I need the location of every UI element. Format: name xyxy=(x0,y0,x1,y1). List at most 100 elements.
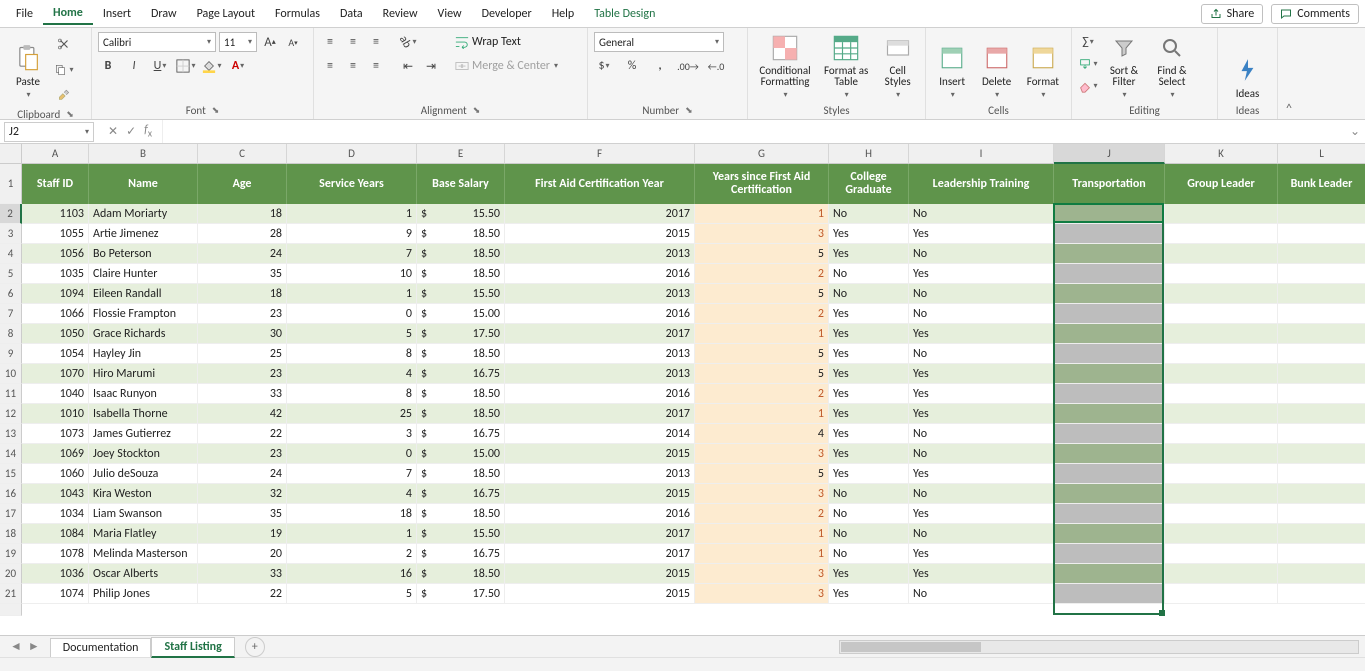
cell[interactable]: $17.50 xyxy=(417,584,505,604)
cell[interactable]: Claire Hunter xyxy=(89,264,198,284)
cell[interactable]: No xyxy=(829,524,909,544)
cell[interactable]: 28 xyxy=(198,224,287,244)
cell[interactable]: 2015 xyxy=(505,484,695,504)
cell[interactable]: 2015 xyxy=(505,444,695,464)
cell[interactable] xyxy=(1054,364,1165,384)
cell[interactable]: 1054 xyxy=(22,344,89,364)
cell[interactable]: 23 xyxy=(198,364,287,384)
cell[interactable] xyxy=(1054,444,1165,464)
cell[interactable]: 35 xyxy=(198,264,287,284)
cell[interactable] xyxy=(1054,544,1165,564)
tab-help[interactable]: Help xyxy=(542,4,585,24)
cell[interactable]: No xyxy=(909,484,1054,504)
cell[interactable]: $15.00 xyxy=(417,304,505,324)
merge-center-button[interactable]: Merge & Center▾ xyxy=(451,56,562,76)
fill-color-button[interactable]: ▾ xyxy=(202,56,222,76)
cell[interactable]: Grace Richards xyxy=(89,324,198,344)
cell[interactable]: 5 xyxy=(287,324,417,344)
cell[interactable]: Hayley Jin xyxy=(89,344,198,364)
cell[interactable]: Yes xyxy=(909,404,1054,424)
cell[interactable] xyxy=(1278,464,1365,484)
cell[interactable] xyxy=(1165,324,1278,344)
cell[interactable] xyxy=(1054,304,1165,324)
cell[interactable] xyxy=(1054,244,1165,264)
cell[interactable] xyxy=(1278,344,1365,364)
column-header-I[interactable]: I xyxy=(909,144,1054,164)
cell[interactable] xyxy=(1278,424,1365,444)
cell[interactable]: 1055 xyxy=(22,224,89,244)
cell[interactable]: Julio deSouza xyxy=(89,464,198,484)
cell[interactable]: 9 xyxy=(287,224,417,244)
table-header-J[interactable]: Transportation xyxy=(1054,164,1165,204)
tab-data[interactable]: Data xyxy=(330,4,373,24)
cell[interactable] xyxy=(1165,204,1278,224)
decrease-indent-button[interactable]: ⇤ xyxy=(398,56,418,76)
cell[interactable]: Yes xyxy=(829,424,909,444)
cell[interactable]: No xyxy=(909,204,1054,224)
orientation-button[interactable]: ab▾ xyxy=(398,32,418,52)
cell[interactable] xyxy=(1054,264,1165,284)
cell[interactable]: 2 xyxy=(695,304,829,324)
cell[interactable]: 20 xyxy=(198,544,287,564)
cell[interactable]: Yes xyxy=(829,564,909,584)
cell[interactable]: Yes xyxy=(909,464,1054,484)
cell[interactable]: No xyxy=(909,304,1054,324)
cell[interactable]: $18.50 xyxy=(417,224,505,244)
cell[interactable] xyxy=(1165,464,1278,484)
cell[interactable]: 1043 xyxy=(22,484,89,504)
cell[interactable] xyxy=(1054,504,1165,524)
cell[interactable]: $17.50 xyxy=(417,324,505,344)
cut-button[interactable] xyxy=(54,34,74,54)
row-header-7[interactable]: 7 xyxy=(0,304,22,324)
share-button[interactable]: Share xyxy=(1201,4,1264,24)
cell[interactable]: 1070 xyxy=(22,364,89,384)
collapse-ribbon-button[interactable]: ^ xyxy=(1278,28,1300,119)
column-header-H[interactable]: H xyxy=(829,144,909,164)
cell[interactable]: 2013 xyxy=(505,344,695,364)
cell[interactable] xyxy=(1278,564,1365,584)
cell[interactable]: 42 xyxy=(198,404,287,424)
cell[interactable]: 2015 xyxy=(505,224,695,244)
insert-cells-button[interactable]: Insert▾ xyxy=(932,30,972,100)
cell[interactable]: Yes xyxy=(829,364,909,384)
cell[interactable]: 18 xyxy=(198,204,287,224)
dialog-launcher-icon[interactable]: ⬊ xyxy=(685,105,693,116)
cell[interactable]: 2013 xyxy=(505,244,695,264)
dialog-launcher-icon[interactable]: ⬊ xyxy=(66,109,74,120)
cell[interactable]: Yes xyxy=(829,444,909,464)
cell[interactable]: 1 xyxy=(287,284,417,304)
cell[interactable]: Liam Swanson xyxy=(89,504,198,524)
font-size-combo[interactable]: 11▾ xyxy=(219,32,257,52)
row-header-17[interactable]: 17 xyxy=(0,504,22,524)
percent-format-button[interactable]: % xyxy=(622,56,642,76)
table-header-L[interactable]: Bunk Leader xyxy=(1278,164,1365,204)
cell[interactable] xyxy=(1165,304,1278,324)
column-header-C[interactable]: C xyxy=(198,144,287,164)
cell[interactable]: 19 xyxy=(198,524,287,544)
table-header-H[interactable]: College Graduate xyxy=(829,164,909,204)
cell[interactable]: 1094 xyxy=(22,284,89,304)
cell[interactable]: Joey Stockton xyxy=(89,444,198,464)
cell[interactable]: 1074 xyxy=(22,584,89,604)
row-header-13[interactable]: 13 xyxy=(0,424,22,444)
cell[interactable]: Yes xyxy=(829,324,909,344)
cell[interactable]: 5 xyxy=(695,244,829,264)
row-header-8[interactable]: 8 xyxy=(0,324,22,344)
fill-button[interactable]: ▾ xyxy=(1078,54,1098,74)
cell[interactable]: 2016 xyxy=(505,384,695,404)
cell[interactable] xyxy=(1278,264,1365,284)
row-header-3[interactable]: 3 xyxy=(0,224,22,244)
cell[interactable]: Yes xyxy=(829,384,909,404)
cell[interactable]: 4 xyxy=(287,484,417,504)
cell[interactable] xyxy=(1165,264,1278,284)
cell[interactable]: 1 xyxy=(287,204,417,224)
cell[interactable]: 0 xyxy=(287,444,417,464)
next-sheet-button[interactable]: ► xyxy=(28,639,40,654)
font-color-button[interactable]: A▾ xyxy=(228,56,248,76)
cell[interactable] xyxy=(1165,484,1278,504)
cell[interactable]: 7 xyxy=(287,244,417,264)
cell[interactable] xyxy=(1165,404,1278,424)
cell[interactable] xyxy=(1165,364,1278,384)
cell[interactable] xyxy=(1278,504,1365,524)
row-header-12[interactable]: 12 xyxy=(0,404,22,424)
